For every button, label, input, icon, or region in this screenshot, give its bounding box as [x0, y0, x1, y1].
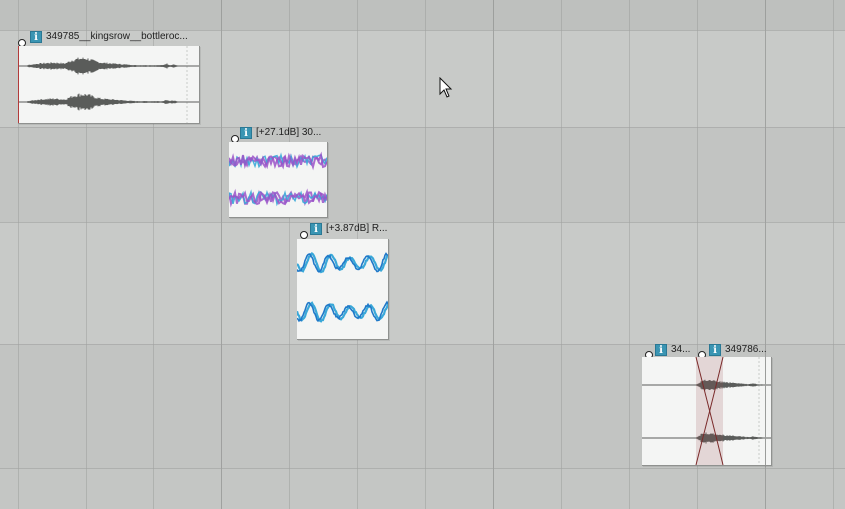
stereo-waveform — [297, 251, 388, 323]
grid-line — [561, 0, 562, 509]
lane-separator — [0, 222, 845, 223]
info-icon[interactable]: i — [310, 223, 322, 235]
fade-in-handle[interactable] — [300, 231, 308, 239]
clip-title: [+3.87dB] R... — [326, 223, 388, 234]
info-icon[interactable]: i — [30, 31, 42, 43]
track-lane-5[interactable] — [0, 468, 845, 509]
clip-start-marker — [18, 46, 19, 123]
info-icon[interactable]: i — [240, 127, 252, 139]
clip-title: 349785__kingsrow__bottleroc... — [46, 31, 188, 42]
clip-header[interactable]: i [+27.1dB] 30... — [230, 126, 322, 143]
clip-divider — [765, 357, 766, 465]
grid-line — [425, 0, 426, 509]
clip-title: 349786... — [725, 344, 767, 355]
lane-separator — [0, 127, 845, 128]
mouse-cursor-icon — [439, 77, 453, 98]
grid-line — [221, 0, 222, 509]
lane-separator — [0, 468, 845, 469]
audio-clip[interactable] — [297, 239, 389, 340]
audio-clip[interactable] — [642, 357, 772, 466]
audio-clip[interactable] — [18, 46, 200, 124]
clip-header[interactable]: i 34... — [645, 343, 691, 359]
clip-header[interactable]: i 349785__kingsrow__bottleroc... — [18, 30, 188, 47]
stereo-waveform — [18, 46, 199, 123]
track-lane-3[interactable] — [0, 222, 845, 344]
clip-header[interactable]: i [+3.87dB] R... — [298, 222, 388, 239]
stereo-waveform — [229, 151, 327, 208]
grid-line — [493, 0, 494, 509]
info-icon[interactable]: i — [709, 344, 721, 356]
grid-line — [833, 0, 834, 509]
crossfade-region[interactable] — [642, 357, 771, 465]
audio-clip[interactable] — [229, 142, 328, 218]
timeline-ruler[interactable] — [0, 0, 845, 30]
grid-line — [629, 0, 630, 509]
clip-title: [+27.1dB] 30... — [256, 127, 322, 138]
info-icon[interactable]: i — [655, 344, 667, 356]
clip-title: 34... — [671, 344, 691, 355]
clip-header[interactable]: i 349786... — [698, 343, 767, 359]
grid-line — [289, 0, 290, 509]
track-lane-2[interactable] — [0, 127, 845, 222]
